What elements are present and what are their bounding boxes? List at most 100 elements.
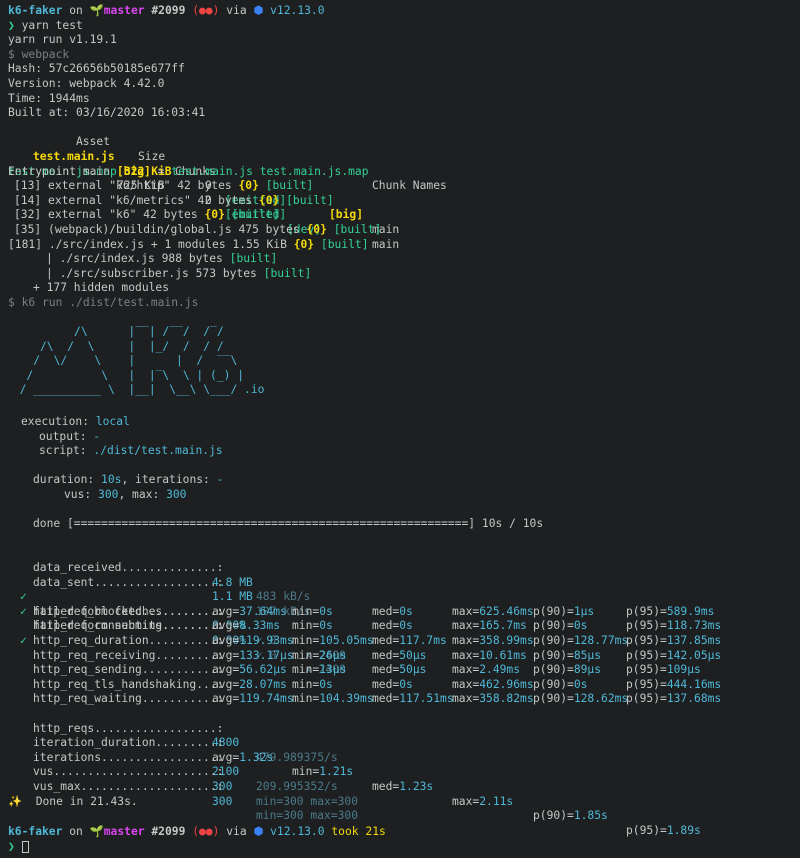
avg-value: 56.62µs	[239, 663, 287, 677]
p90-value: 128.77ms	[573, 634, 629, 647]
max-label: max=	[452, 794, 480, 808]
node-icon: ⬢	[253, 825, 264, 838]
metric-row: vus........................: 300 min=300…	[0, 751, 800, 807]
k6-logo-line: / \ | |‾\ \ | (_) |	[6, 368, 245, 382]
command-line-input[interactable]: ❯	[8, 840, 29, 855]
med-label: med=	[372, 663, 400, 677]
max-value: 358.99ms	[479, 634, 534, 647]
metric-avg: avg=119.93ms	[212, 634, 294, 649]
prompt-on: on	[69, 825, 83, 838]
metric-max: max=462.96ms	[452, 678, 534, 693]
module-id: [32]	[14, 208, 42, 222]
p90-label: p(90)=	[533, 634, 574, 647]
metric-max: max=358.82ms	[452, 692, 534, 707]
metric-avg: avg=133.17µs	[212, 649, 294, 664]
metric-name: http_req_connecting........:	[33, 619, 224, 633]
p90-label: p(90)=	[533, 692, 574, 706]
p95-label: p(95)=	[626, 648, 667, 662]
metric-name: http_req_waiting...........:	[33, 692, 224, 706]
metric-name: vus_max....................:	[33, 779, 224, 793]
metric-name: http_req_tls_handshaking...:	[33, 677, 224, 691]
min-label: min=	[292, 677, 320, 691]
duration-value: 10s	[101, 473, 122, 487]
k6-logo-line: / \/ \ | | / ‾‾\	[6, 354, 238, 368]
med-label: med=	[372, 604, 400, 618]
prompt-via: via	[226, 4, 247, 17]
avg-value: 119.74ms	[239, 692, 294, 706]
metric-p95: p(95)=137.68ms	[626, 692, 721, 707]
module-id: [181]	[8, 237, 43, 251]
p90-value: 128.62ms	[573, 692, 629, 706]
metric-med: med=0s	[372, 605, 413, 620]
metric-min: min=26µs	[292, 649, 346, 664]
p90-value: 1µs	[573, 604, 595, 618]
p95-value: 118.73ms	[666, 619, 722, 633]
entrypoint-prefix: Entrypoint main	[8, 164, 111, 178]
med-value: 50µs	[399, 648, 427, 662]
metric-min: min=0s	[292, 619, 333, 634]
med-label: med=	[372, 677, 400, 691]
trend-row: http_req_tls_handshaking...: avg=28.07ms m…	[0, 678, 800, 693]
metric-min: min=104.39ms	[292, 692, 374, 707]
min-value: 26µs	[319, 648, 347, 662]
med-value: 117.7ms	[399, 634, 447, 647]
metric-avg: avg=8.33ms	[212, 619, 280, 634]
trend-row: ✓ http_req_duration..........: avg=119.93m…	[0, 634, 800, 649]
done-line: ✨ Done in 21.43s.	[8, 795, 138, 810]
min-label: min=	[292, 648, 320, 662]
med-label: med=	[372, 779, 400, 793]
script-line: script: ./dist/test.main.js	[39, 444, 223, 459]
p95-label: p(95)=	[626, 677, 667, 691]
webpack-cmd-line: $ webpack	[8, 47, 70, 61]
metric-row: ✓ failed form fetches........: 0.00% ✓ 0…	[0, 576, 800, 661]
metric-row: data_sent..................: 1.1 MB 107 …	[0, 561, 800, 618]
min-value: 104.39ms	[319, 692, 374, 706]
p90-label: p(90)=	[533, 663, 574, 677]
med-value: 117.51ms	[399, 692, 454, 706]
metric-med: med=50µs	[372, 663, 426, 678]
metric-med: med=117.7ms	[372, 634, 447, 649]
entrypoint-big: [big]	[116, 164, 151, 178]
command-text: yarn test	[21, 18, 83, 32]
shell-prompt: k6-faker on 🌱master #2099 (●●) via ⬢ v12…	[8, 4, 325, 19]
med-value: 50µs	[399, 663, 427, 677]
sparkles-icon: ✨	[8, 795, 23, 808]
avg-value: 8.33ms	[239, 619, 281, 633]
prompt-took-label: took	[331, 825, 359, 838]
min-label: min=	[292, 634, 320, 647]
max-label: max=	[452, 692, 480, 706]
p95-value: 137.85ms	[666, 634, 722, 647]
avg-value: 119.93ms	[239, 634, 294, 647]
med-value: 1.23s	[399, 779, 434, 793]
max-value: 10.61ms	[479, 648, 527, 662]
metric-p95: p(95)=109µs	[626, 663, 701, 678]
p95-label: p(95)=	[626, 634, 667, 647]
med-value: 0s	[399, 604, 413, 618]
metric-p90: p(90)=0s	[533, 619, 587, 634]
module-line: [13] external "k6/http" 42 bytes {0} [bu…	[14, 179, 313, 194]
max-label: max=	[452, 619, 480, 633]
progress-bar: done [==================================…	[33, 517, 476, 531]
min-value: 13µs	[319, 663, 347, 677]
metric-rate: 209.995352/s	[256, 779, 338, 793]
submodule-state: [built]	[263, 266, 312, 280]
metric-name: http_req_sending...........:	[33, 663, 224, 677]
k6-logo-line: / __________ \ |__| \__\ \___/ .io	[6, 383, 265, 397]
metric-med: med=0s	[372, 678, 413, 693]
module-id: [14]	[14, 193, 42, 207]
branch-icon: 🌱	[89, 4, 104, 17]
metric-med: med=117.51ms	[372, 692, 454, 707]
min-value: 105.05ms	[319, 634, 374, 647]
submodule-text: | ./src/index.js 988 bytes	[46, 252, 223, 266]
module-id: [35]	[14, 223, 42, 236]
module-chunk: {0}	[306, 223, 327, 236]
module-text: (webpack)/buildin/global.js 475 bytes	[48, 223, 300, 236]
p95-label: p(95)=	[626, 823, 667, 837]
terminal-window[interactable]: k6-faker on 🌱master #2099 (●●) via ⬢ v12…	[0, 0, 800, 858]
prompt-status: (●●)	[192, 825, 220, 838]
avg-label: avg=	[212, 663, 240, 677]
duration-line: duration: 10s, iterations: -	[33, 473, 224, 487]
module-chunk: {0}	[293, 237, 315, 251]
cursor	[21, 841, 29, 853]
prompt-char: ❯	[8, 18, 15, 32]
